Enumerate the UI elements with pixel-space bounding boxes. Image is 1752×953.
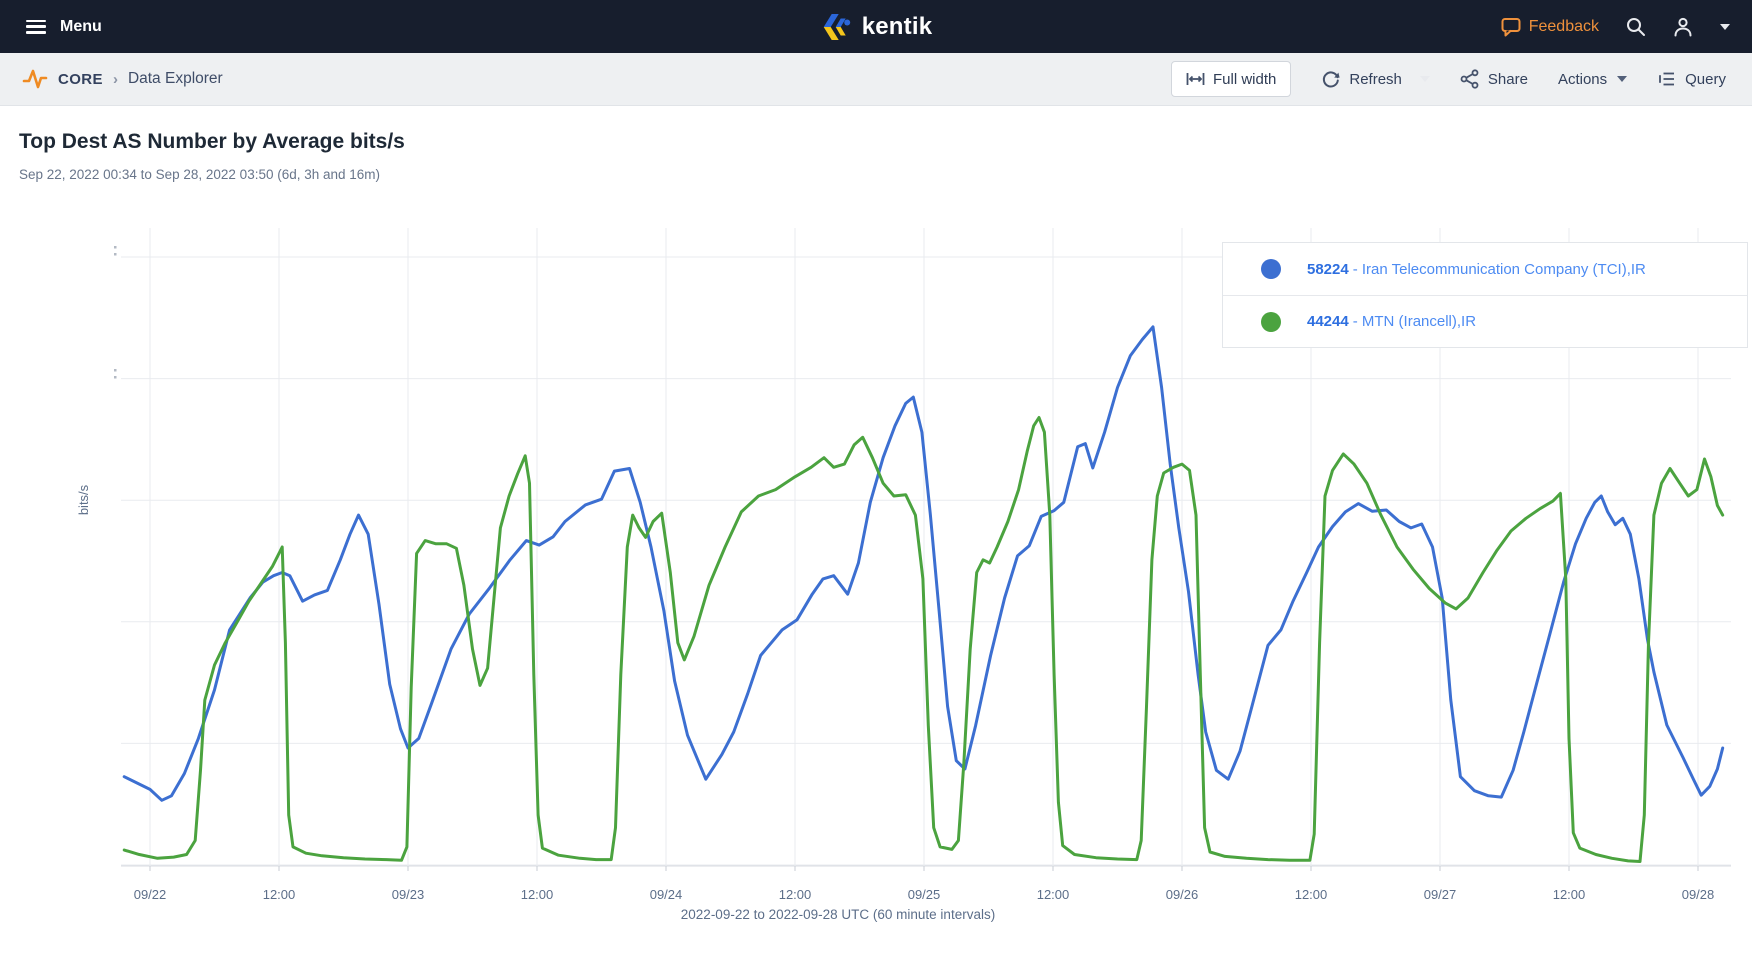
hamburger-menu-icon[interactable]	[26, 20, 46, 34]
x-axis-caption: 2022-09-22 to 2022-09-28 UTC (60 minute …	[681, 907, 995, 922]
legend-item-58224[interactable]: 58224- Iran Telecommunication Company (T…	[1223, 243, 1747, 295]
refresh-label: Refresh	[1349, 71, 1402, 88]
x-tick-label: 09/24	[650, 887, 683, 902]
x-tick-label: 09/26	[1166, 887, 1199, 902]
refresh-icon	[1321, 69, 1341, 89]
share-button[interactable]: Share	[1460, 69, 1528, 89]
series-line-58224[interactable]	[124, 327, 1723, 800]
x-tick-label: 12:00	[263, 887, 296, 902]
page-title: Top Dest AS Number by Average bits/s	[19, 130, 405, 154]
refresh-button[interactable]: Refresh	[1321, 69, 1402, 89]
x-tick-label: 09/27	[1424, 887, 1457, 902]
kentik-logo: kentik	[820, 0, 933, 53]
x-tick-label: 12:00	[1295, 887, 1328, 902]
breadcrumb-section[interactable]: CORE	[58, 71, 103, 88]
query-icon	[1657, 70, 1677, 88]
full-width-button[interactable]: Full width	[1171, 61, 1291, 97]
breadcrumb: CORE › Data Explorer	[0, 66, 223, 92]
breadcrumb-toolbar: CORE › Data Explorer Full width Refresh	[0, 53, 1752, 106]
query-label: Query	[1685, 71, 1726, 88]
y-tick-remnant	[114, 253, 117, 256]
user-menu-button[interactable]	[1672, 16, 1694, 38]
y-axis-label: bits/s	[76, 484, 91, 515]
full-width-icon	[1186, 71, 1205, 87]
breadcrumb-page: Data Explorer	[128, 70, 223, 88]
pulse-icon	[22, 66, 48, 92]
kentik-logo-icon	[820, 12, 854, 42]
x-tick-label: 12:00	[1037, 887, 1070, 902]
top-navbar: Menu kentik Feedback	[0, 0, 1752, 53]
x-tick-label: 12:00	[521, 887, 554, 902]
x-tick-label: 12:00	[1553, 887, 1586, 902]
time-range-subtitle: Sep 22, 2022 00:34 to Sep 28, 2022 03:50…	[19, 167, 380, 182]
search-icon	[1625, 16, 1646, 37]
x-tick-label: 09/25	[908, 887, 941, 902]
chart-legend: 58224- Iran Telecommunication Company (T…	[1222, 242, 1748, 348]
legend-dot-green-icon	[1261, 312, 1281, 332]
query-button[interactable]: Query	[1657, 70, 1726, 88]
actions-label: Actions	[1558, 71, 1607, 88]
menu-label[interactable]: Menu	[60, 18, 102, 36]
x-tick-label: 09/28	[1682, 887, 1715, 902]
feedback-label: Feedback	[1529, 18, 1599, 36]
feedback-button[interactable]: Feedback	[1501, 17, 1599, 37]
y-tick-remnant	[114, 376, 117, 379]
brand-name: kentik	[862, 13, 933, 41]
x-tick-label: 09/23	[392, 887, 425, 902]
actions-button[interactable]: Actions	[1558, 71, 1627, 88]
share-icon	[1460, 69, 1480, 89]
legend-item-44244[interactable]: 44244- MTN (Irancell),IR	[1223, 295, 1747, 347]
legend-label: 58224- Iran Telecommunication Company (T…	[1307, 261, 1646, 278]
chart-toolbar: Full width Refresh Share Actions	[1171, 61, 1752, 97]
legend-label: 44244- MTN (Irancell),IR	[1307, 313, 1476, 330]
breadcrumb-separator-icon: ›	[113, 71, 118, 88]
x-tick-label: 09/22	[134, 887, 167, 902]
full-width-label: Full width	[1213, 71, 1276, 88]
y-tick-remnant	[114, 246, 117, 249]
x-tick-label: 12:00	[779, 887, 812, 902]
legend-dot-blue-icon	[1261, 259, 1281, 279]
refresh-caret-icon[interactable]	[1420, 76, 1430, 82]
feedback-bubble-icon	[1501, 17, 1521, 37]
y-tick-remnant	[114, 369, 117, 372]
actions-caret-icon	[1617, 76, 1627, 82]
user-icon	[1672, 16, 1694, 38]
search-button[interactable]	[1625, 16, 1646, 37]
share-label: Share	[1488, 71, 1528, 88]
user-caret-icon[interactable]	[1720, 24, 1730, 30]
